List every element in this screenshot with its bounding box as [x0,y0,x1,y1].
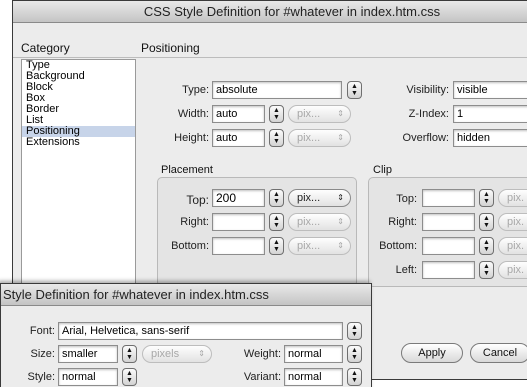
size-unit-select[interactable]: pixels ⇕ [142,345,212,363]
width-unit-select[interactable]: pix... ⇕ [288,105,351,123]
apply-button[interactable]: Apply [401,343,463,363]
width-unit-label: pix... [297,108,321,120]
clip-bottom-unit-label: pix. [507,240,525,252]
chevron-icon: ⇕ [337,217,344,226]
header-divider [13,57,527,58]
zindex-input[interactable]: 1 [453,105,527,123]
clip-top-stepper-icon[interactable]: ▲ ▼ [479,189,494,207]
font-select[interactable]: Arial, Helvetica, sans-serif [58,322,343,340]
clip-right-label: Right: [388,216,417,228]
clip-bottom-input[interactable] [422,237,475,255]
chevron-icon: ⇕ [337,241,344,250]
placement-right-unit-select[interactable]: pix... ⇕ [288,213,351,231]
clip-left-unit-select[interactable]: pix. [498,261,527,279]
chevron-icon: ⇕ [337,133,344,142]
style-select[interactable]: normal [58,368,118,386]
clip-right-unit-select[interactable]: pix. [498,213,527,231]
width-input[interactable]: auto [212,105,265,123]
chevron-icon: ⇕ [337,109,344,118]
chevron-icon: ⇕ [198,349,205,358]
category-header: Category [21,41,70,55]
front-window-title: Style Definition for #whatever in index.… [1,284,371,306]
placement-bottom-stepper-icon[interactable]: ▲ ▼ [269,237,284,255]
size-label: Size: [30,348,55,360]
front-dialog-window: Style Definition for #whatever in index.… [0,283,372,387]
clip-bottom-stepper-icon[interactable]: ▲ ▼ [479,237,494,255]
type-label: Type: [182,84,209,96]
visibility-select[interactable]: visible [453,81,527,99]
section-title: Positioning [141,41,200,55]
variant-select[interactable]: normal [284,368,343,386]
category-item-extensions[interactable]: Extensions [22,137,135,148]
clip-right-unit-label: pix. [507,216,525,228]
placement-title: Placement [161,164,213,176]
type-select[interactable]: absolute [212,81,342,99]
placement-right-stepper-icon[interactable]: ▲ ▼ [269,213,284,231]
cancel-button[interactable]: Cancel [470,343,527,363]
placement-right-input[interactable] [212,213,265,231]
zindex-label: Z-Index: [408,108,449,120]
clip-left-stepper-icon[interactable]: ▲ ▼ [479,261,494,279]
clip-left-input[interactable] [422,261,475,279]
width-label: Width: [177,108,209,120]
clip-top-unit-label: pix. [507,192,525,204]
clip-title: Clip [373,164,392,176]
clip-bottom-label: Bottom: [379,240,417,252]
height-unit-label: pix... [297,132,321,144]
placement-top-label: Top: [186,193,209,207]
weight-dropdown-icon[interactable]: ▲ ▼ [347,345,362,363]
style-label: Style: [27,371,55,383]
overflow-select[interactable]: hidden [453,129,527,147]
placement-bottom-label: Bottom: [171,240,209,252]
type-dropdown-icon[interactable]: ▲ ▼ [347,81,362,99]
clip-top-input[interactable] [422,189,475,207]
width-stepper-icon[interactable]: ▲ ▼ [269,105,284,123]
clip-top-label: Top: [396,193,417,205]
clip-top-unit-select[interactable]: pix. [498,189,527,207]
weight-select[interactable]: normal [284,345,343,363]
overflow-label: Overflow: [402,132,449,144]
placement-top-unit-select[interactable]: pix... ⇕ [288,189,351,207]
clip-right-stepper-icon[interactable]: ▲ ▼ [479,213,494,231]
clip-left-unit-label: pix. [507,264,525,276]
size-dropdown-icon[interactable]: ▲ ▼ [122,345,137,363]
height-stepper-icon[interactable]: ▲ ▼ [269,129,284,147]
placement-top-unit-label: pix... [297,192,321,204]
height-unit-select[interactable]: pix... ⇕ [288,129,351,147]
placement-top-stepper-icon[interactable]: ▲ ▼ [269,189,284,207]
height-input[interactable]: auto [212,129,265,147]
style-dropdown-icon[interactable]: ▲ ▼ [122,368,137,386]
variant-label: Variant: [243,371,281,383]
placement-right-unit-label: pix... [297,216,321,228]
chevron-icon: ⇕ [337,193,344,202]
clip-bottom-unit-select[interactable]: pix. [498,237,527,255]
height-label: Height: [174,132,209,144]
font-label: Font: [29,325,55,337]
placement-right-label: Right: [180,216,209,228]
size-unit-label: pixels [151,348,180,360]
clip-left-label: Left: [395,264,417,276]
clip-right-input[interactable] [422,213,475,231]
weight-label: Weight: [243,348,281,360]
placement-bottom-unit-select[interactable]: pix... ⇕ [288,237,351,255]
placement-top-input[interactable]: 200 [212,189,265,207]
placement-bottom-input[interactable] [212,237,265,255]
font-dropdown-icon[interactable]: ▲ ▼ [347,322,362,340]
variant-dropdown-icon[interactable]: ▲ ▼ [347,368,362,386]
visibility-label: Visibility: [406,84,449,96]
size-select[interactable]: smaller [58,345,118,363]
placement-bottom-unit-label: pix... [297,240,321,252]
back-window-title: CSS Style Definition for #whatever in in… [13,1,527,23]
